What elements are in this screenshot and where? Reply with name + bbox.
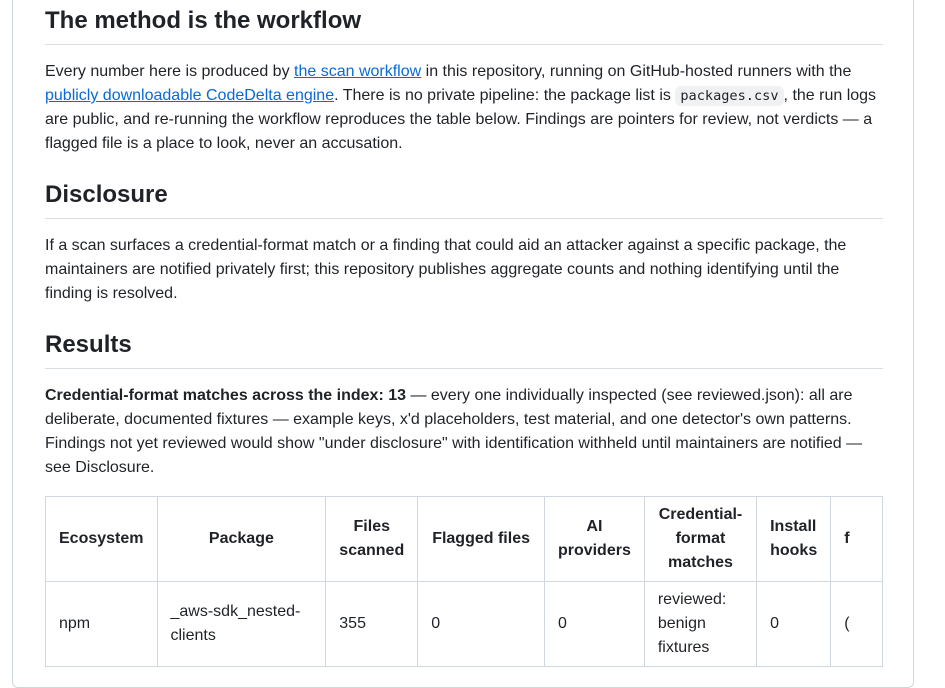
method-text-2: in this repository, running on GitHub-ho… (421, 63, 852, 80)
col-header-truncated: f (830, 496, 883, 582)
cell-truncated: ( (830, 581, 883, 667)
packages-csv-code: packages.csv (675, 86, 784, 106)
paragraph-disclosure: If a scan surfaces a credential-format m… (45, 237, 847, 302)
codedelta-engine-link[interactable]: publicly downloadable CodeDelta engine (45, 87, 334, 104)
cell-install-hooks: 0 (756, 581, 832, 667)
heading-results: Results (45, 330, 883, 369)
table-row: npm _aws-sdk_nested-clients 355 0 0 revi… (45, 581, 883, 667)
col-header-ai-providers: AI providers (543, 496, 645, 582)
results-table-container[interactable]: Ecosystem Package Files scanned Flagged … (45, 496, 883, 676)
cell-flagged-files: 0 (417, 581, 545, 667)
col-header-package: Package (156, 496, 327, 582)
col-header-credential-matches: Credential-format matches (643, 496, 758, 582)
scan-workflow-link[interactable]: the scan workflow (294, 63, 421, 80)
col-header-files-scanned: Files scanned (325, 496, 419, 582)
cell-files-scanned: 355 (325, 581, 419, 667)
cell-credential-matches: reviewed: benign fixtures (643, 581, 758, 667)
paragraph-results: Credential-format matches across the ind… (45, 384, 883, 480)
method-text-3: . There is no private pipeline: the pack… (334, 87, 676, 104)
heading-method: The method is the workflow (45, 6, 883, 45)
col-header-install-hooks: Install hooks (756, 496, 832, 582)
results-summary-bold: Credential-format matches across the ind… (45, 387, 407, 404)
table-header-row: Ecosystem Package Files scanned Flagged … (45, 496, 883, 582)
cell-ai-providers: 0 (543, 581, 645, 667)
cell-package: _aws-sdk_nested-clients (156, 581, 327, 667)
col-header-ecosystem: Ecosystem (45, 496, 158, 582)
col-header-flagged-files: Flagged files (417, 496, 545, 582)
method-text-1: Every number here is produced by (45, 63, 295, 80)
paragraph-method: Every number here is produced by the sca… (45, 60, 883, 156)
results-table: Ecosystem Package Files scanned Flagged … (45, 496, 883, 667)
cell-ecosystem: npm (45, 581, 158, 667)
heading-disclosure: Disclosure (45, 180, 883, 219)
